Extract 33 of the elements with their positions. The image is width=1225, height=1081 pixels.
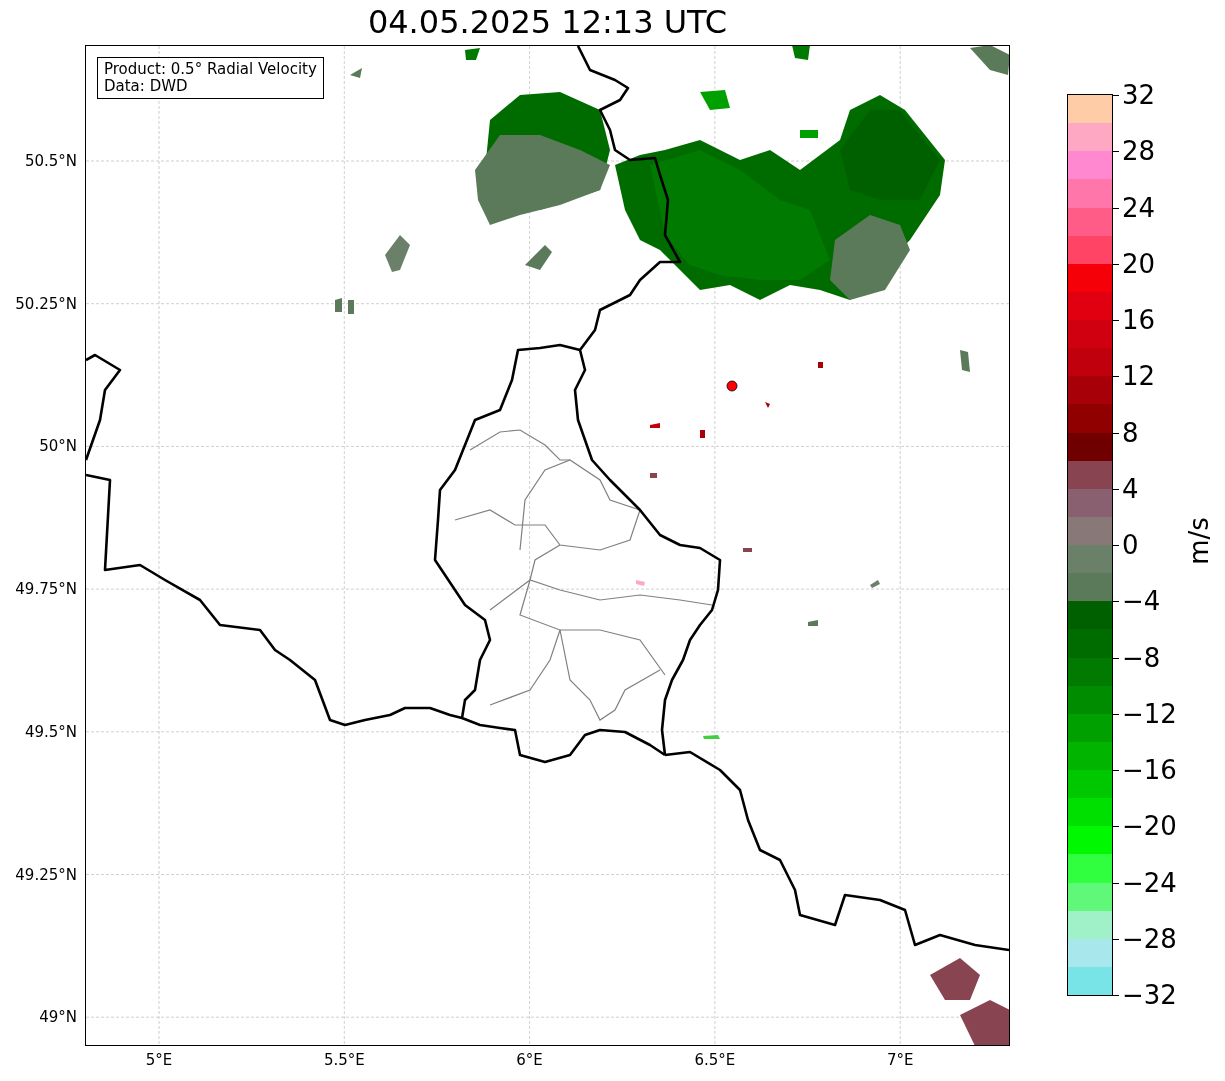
colorbar-tick-label: −8 <box>1122 642 1161 673</box>
colorbar-tick-label: −28 <box>1122 923 1177 954</box>
colorbar-tick-label: −4 <box>1122 586 1161 617</box>
y-axis-label: 49.25°N <box>15 865 77 884</box>
colorbar-tick-label: 4 <box>1122 473 1139 504</box>
x-axis-label: 6.5°E <box>694 1051 736 1069</box>
colorbar-tick-label: 28 <box>1122 136 1156 167</box>
colorbar-tick-label: 8 <box>1122 417 1139 448</box>
y-axis-label: 50.5°N <box>24 152 77 170</box>
colorbar-tick-label: 12 <box>1122 361 1156 392</box>
colorbar-tick-label: 20 <box>1122 248 1156 279</box>
colorbar-tick-label: −12 <box>1122 698 1177 729</box>
y-axis-label: 49.75°N <box>15 580 77 599</box>
colorbar-tick-label: 32 <box>1122 80 1156 110</box>
chart-title: 04.05.2025 12:13 UTC <box>366 2 729 43</box>
info-box: Product: 0.5° Radial Velocity Data: DWD <box>97 57 324 99</box>
colorbar-tick-label: −32 <box>1122 980 1177 1010</box>
colorbar-tick-label: 0 <box>1122 530 1139 560</box>
radar-site-marker <box>726 380 738 392</box>
y-axis-label: 50°N <box>39 437 77 456</box>
colorbar-tick-label: −24 <box>1122 867 1177 898</box>
colorbar-tick-label: −20 <box>1122 811 1177 842</box>
y-axis-label: 50.25°N <box>15 294 77 313</box>
y-axis-label: 49°N <box>39 1008 77 1027</box>
colorbar-tick-label: 24 <box>1122 192 1156 223</box>
colorbar-tick-label: 16 <box>1122 305 1156 335</box>
x-axis-label: 5°E <box>145 1051 173 1069</box>
colorbar-tick-label: −16 <box>1122 755 1177 785</box>
colorbar-label: m/s <box>1183 517 1214 565</box>
x-axis-label: 5.5°E <box>323 1051 365 1069</box>
y-axis-label: 49.5°N <box>24 722 77 741</box>
x-axis-label: 7°E <box>886 1051 914 1069</box>
x-axis-label: 6°E <box>516 1051 543 1069</box>
